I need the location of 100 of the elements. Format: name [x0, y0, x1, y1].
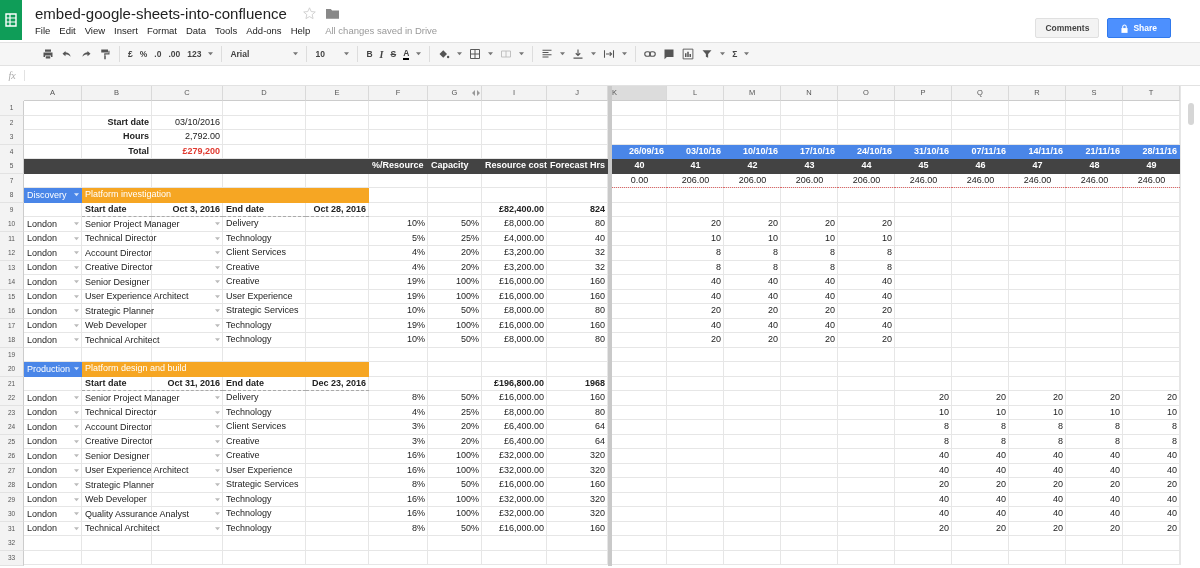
chart-icon[interactable] — [682, 48, 695, 60]
dropdown-cell[interactable]: London — [24, 521, 82, 536]
app-icon[interactable] — [0, 0, 22, 40]
toolbar-button[interactable]: .0 — [154, 49, 162, 59]
dropdown-cell[interactable]: Technical Architect — [82, 333, 223, 348]
font-dropdown[interactable]: Arial — [230, 49, 299, 59]
caret-icon[interactable] — [293, 52, 299, 56]
dropdown-cell[interactable]: Web Developer — [82, 492, 223, 507]
toolbar-button[interactable]: % — [139, 49, 148, 59]
menu-item[interactable]: Add-ons — [246, 25, 282, 36]
dropdown-cell[interactable]: London — [24, 492, 82, 507]
dropdown-cell[interactable]: Technical Director — [82, 405, 223, 420]
caret-icon[interactable] — [215, 396, 220, 401]
caret-icon[interactable] — [744, 52, 750, 56]
caret-icon[interactable] — [215, 236, 220, 241]
filter-icon[interactable] — [701, 48, 714, 60]
dropdown-cell[interactable]: London — [24, 217, 82, 232]
caret-icon[interactable] — [74, 396, 79, 401]
caret-icon[interactable] — [74, 512, 79, 517]
scrollbar-thumb[interactable] — [1187, 103, 1194, 125]
comment-icon[interactable] — [663, 48, 676, 60]
toolbar-button[interactable]: .00 — [168, 49, 181, 59]
font-size-dropdown[interactable]: 10 — [315, 49, 350, 59]
paint-bucket-icon[interactable] — [438, 48, 451, 60]
dropdown-cell[interactable]: Technical Architect — [82, 521, 223, 536]
caret-icon[interactable] — [215, 425, 220, 430]
caret-icon[interactable] — [74, 367, 79, 372]
folder-icon[interactable] — [325, 8, 339, 19]
dropdown-cell[interactable]: Strategic Planner — [82, 478, 223, 493]
dropdown-cell[interactable]: Creative Director — [82, 260, 223, 275]
caret-icon[interactable] — [74, 251, 79, 256]
caret-icon[interactable] — [488, 52, 494, 56]
menu-item[interactable]: Help — [290, 25, 311, 36]
caret-icon[interactable] — [74, 323, 79, 328]
caret-icon[interactable] — [74, 497, 79, 502]
menu-item[interactable]: Data — [185, 25, 207, 36]
dropdown-cell[interactable]: London — [24, 333, 82, 348]
bold-button[interactable]: B — [366, 49, 373, 59]
caret-icon[interactable] — [215, 338, 220, 343]
menu-item[interactable]: View — [84, 25, 106, 36]
caret-icon[interactable] — [416, 52, 422, 56]
caret-icon[interactable] — [74, 410, 79, 415]
hidden-columns-icon[interactable] — [472, 90, 480, 96]
caret-icon[interactable] — [215, 410, 220, 415]
caret-icon[interactable] — [215, 454, 220, 459]
dropdown-cell[interactable]: London — [24, 434, 82, 449]
dropdown-cell[interactable]: London — [24, 231, 82, 246]
dropdown-cell[interactable]: London — [24, 275, 82, 290]
dropdown-cell[interactable]: London — [24, 478, 82, 493]
dropdown-cell[interactable]: London — [24, 449, 82, 464]
menu-item[interactable]: Tools — [215, 25, 238, 36]
printer-icon[interactable] — [42, 48, 54, 60]
caret-icon[interactable] — [519, 52, 525, 56]
caret-icon[interactable] — [215, 323, 220, 328]
caret-icon[interactable] — [215, 309, 220, 314]
dropdown-cell[interactable]: London — [24, 304, 82, 319]
text-wrap-icon[interactable] — [603, 48, 616, 60]
caret-icon[interactable] — [74, 309, 79, 314]
dropdown-cell[interactable]: London — [24, 391, 82, 406]
dropdown-cell[interactable]: Senior Project Manager — [82, 217, 223, 232]
dropdown-cell[interactable]: London — [24, 246, 82, 261]
caret-icon[interactable] — [74, 294, 79, 299]
caret-icon[interactable] — [622, 52, 628, 56]
caret-icon[interactable] — [215, 483, 220, 488]
caret-icon[interactable] — [215, 251, 220, 256]
caret-icon[interactable] — [215, 294, 220, 299]
menu-item[interactable]: Format — [146, 25, 177, 36]
merge-cells-icon[interactable] — [500, 48, 513, 60]
menu-item[interactable]: Insert — [114, 25, 138, 36]
caret-icon[interactable] — [215, 280, 220, 285]
dropdown-cell[interactable]: Technical Director — [82, 231, 223, 246]
caret-icon[interactable] — [457, 52, 463, 56]
vertical-align-icon[interactable] — [572, 48, 585, 60]
dropdown-cell[interactable]: Strategic Planner — [82, 304, 223, 319]
dropdown-cell[interactable]: Discovery — [24, 188, 82, 203]
italic-button[interactable]: I — [379, 48, 384, 60]
caret-icon[interactable] — [560, 52, 566, 56]
caret-icon[interactable] — [215, 526, 220, 531]
caret-icon[interactable] — [215, 468, 220, 473]
caret-icon[interactable] — [344, 52, 350, 56]
dropdown-cell[interactable]: Senior Designer — [82, 449, 223, 464]
toolbar-button[interactable]: 123 — [187, 49, 202, 59]
dropdown-cell[interactable]: Account Director — [82, 420, 223, 435]
dropdown-cell[interactable]: London — [24, 260, 82, 275]
paint-roller-icon[interactable] — [99, 48, 111, 60]
caret-icon[interactable] — [215, 265, 220, 270]
dropdown-cell[interactable]: London — [24, 318, 82, 333]
dropdown-cell[interactable]: Creative Director — [82, 434, 223, 449]
caret-icon[interactable] — [74, 526, 79, 531]
align-left-icon[interactable] — [541, 48, 554, 60]
dropdown-cell[interactable]: London — [24, 289, 82, 304]
caret-icon[interactable] — [74, 468, 79, 473]
caret-icon[interactable] — [74, 454, 79, 459]
caret-icon[interactable] — [74, 425, 79, 430]
caret-icon[interactable] — [215, 439, 220, 444]
caret-icon[interactable] — [215, 497, 220, 502]
dropdown-cell[interactable]: Senior Designer — [82, 275, 223, 290]
caret-icon[interactable] — [74, 280, 79, 285]
text-color-button[interactable]: A — [403, 48, 410, 60]
star-icon[interactable] — [302, 7, 316, 20]
